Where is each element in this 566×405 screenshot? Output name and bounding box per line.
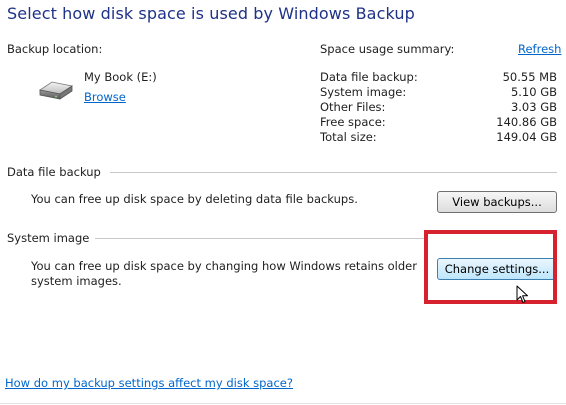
- system-image-heading: System image: [7, 231, 90, 245]
- browse-link[interactable]: Browse: [84, 90, 126, 104]
- system-image-description-line2: system images.: [31, 274, 122, 288]
- summary-value: 50.55 MB: [502, 70, 557, 84]
- data-file-backup-heading: Data file backup: [7, 165, 101, 179]
- highlight-box: [424, 230, 557, 304]
- external-drive-icon: [38, 78, 74, 102]
- summary-row-system-image: System image: 5.10 GB: [320, 85, 557, 100]
- bottom-divider: [0, 403, 566, 404]
- refresh-link[interactable]: Refresh: [518, 42, 561, 56]
- data-file-backup-description: You can free up disk space by deleting d…: [31, 192, 358, 206]
- summary-key: Data file backup:: [320, 70, 418, 84]
- summary-row-data-file-backup: Data file backup: 50.55 MB: [320, 70, 557, 85]
- view-backups-button[interactable]: View backups...: [437, 191, 557, 213]
- space-usage-summary-label: Space usage summary:: [320, 42, 455, 56]
- summary-value: 149.04 GB: [496, 130, 557, 144]
- system-image-description-line1: You can free up disk space by changing h…: [31, 259, 417, 273]
- summary-value: 3.03 GB: [510, 100, 557, 114]
- summary-key: System image:: [320, 85, 407, 99]
- summary-value: 5.10 GB: [510, 85, 557, 99]
- section-divider: [95, 238, 424, 239]
- section-divider: [110, 172, 557, 173]
- summary-row-free-space: Free space: 140.86 GB: [320, 115, 557, 130]
- backup-location-label: Backup location:: [7, 42, 103, 56]
- summary-row-other-files: Other Files: 3.03 GB: [320, 100, 557, 115]
- summary-key: Total size:: [320, 130, 377, 144]
- summary-value: 140.86 GB: [496, 115, 557, 129]
- page-title: Select how disk space is used by Windows…: [7, 4, 415, 23]
- summary-row-total-size: Total size: 149.04 GB: [320, 130, 557, 145]
- drive-name: My Book (E:): [84, 70, 157, 84]
- disk-space-help-link[interactable]: How do my backup settings affect my disk…: [5, 376, 293, 390]
- summary-key: Other Files:: [320, 100, 386, 114]
- mouse-cursor-icon: [516, 285, 530, 305]
- summary-key: Free space:: [320, 115, 386, 129]
